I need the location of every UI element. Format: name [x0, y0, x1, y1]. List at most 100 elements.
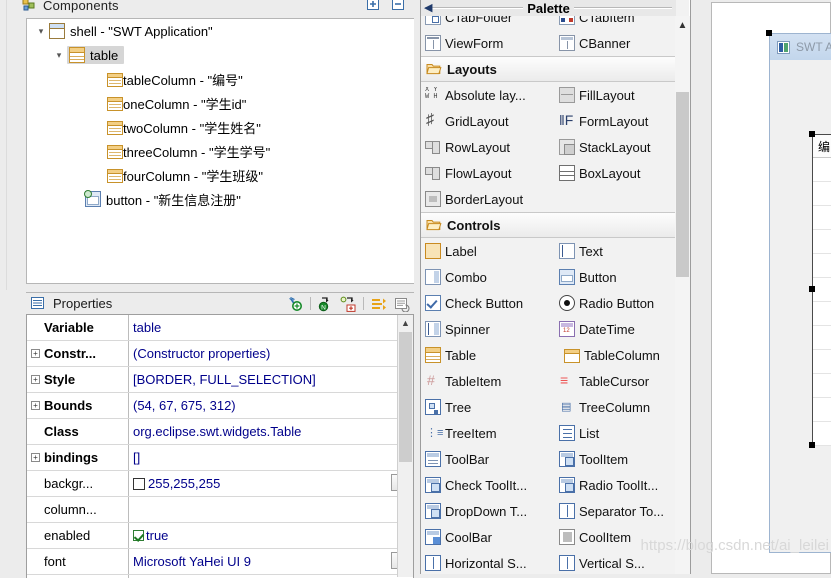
palette-item-tableitem[interactable]: # TableItem — [421, 373, 555, 389]
palette-item-treeitem[interactable]: ⋮≡ TreeItem — [421, 425, 555, 441]
property-value-cell[interactable]: table — [129, 315, 413, 340]
palette-category-controls[interactable]: Controls — [421, 212, 689, 238]
palette-item-stacklayout[interactable]: StackLayout — [555, 139, 689, 155]
property-row[interactable]: + bindings [] — [27, 445, 413, 471]
property-value-cell[interactable]: true — [129, 523, 413, 548]
palette-item-text[interactable]: Text — [555, 243, 689, 259]
tree-item-content[interactable]: tableColumn - "编号" — [103, 70, 243, 89]
components-tree[interactable]: ▾ shell - "SWT Application" ▾ table tableCol… — [26, 18, 414, 284]
palette-item-radiobutton[interactable]: Radio Button — [555, 295, 689, 311]
palette-item-verticals[interactable]: Vertical S... — [555, 555, 689, 571]
resize-handle-shell-nw[interactable] — [766, 30, 772, 36]
tree-item[interactable]: oneColumn - "学生id" — [27, 91, 414, 115]
properties-grid[interactable]: Variable table + Constr... (Constructor prop… — [26, 314, 414, 578]
resize-handle-w[interactable] — [809, 286, 815, 292]
palette-item-borderlayout[interactable]: BorderLayout — [421, 191, 555, 207]
palette-item-cbanner[interactable]: CBanner — [555, 35, 689, 51]
palette-item-dropdownt[interactable]: DropDown T... — [421, 503, 555, 519]
property-value-cell[interactable]: org.eclipse.swt.widgets.Table — [129, 419, 413, 444]
property-value-cell[interactable]: Microsoft YaHei UI 9… — [129, 549, 413, 574]
resize-handle-sw[interactable] — [809, 442, 815, 448]
restore-defaults-icon[interactable] — [393, 296, 410, 312]
property-row[interactable]: + Style [BORDER, FULL_SELECTION] — [27, 367, 413, 393]
palette-item-boxlayout[interactable]: BoxLayout — [555, 165, 689, 181]
tree-item[interactable]: twoColumn - "学生姓名" — [27, 115, 414, 139]
expand-twisty-icon[interactable]: ▾ — [33, 26, 49, 37]
palette-scroll-up-arrow-icon[interactable]: ▲ — [675, 16, 690, 34]
palette-item-absolutelay[interactable]: X YW H Absolute lay... — [421, 87, 555, 103]
add-listener-icon[interactable] — [340, 296, 357, 312]
property-row[interactable]: + Bounds (54, 67, 675, 312) — [27, 393, 413, 419]
property-value-cell[interactable]: [] — [129, 445, 413, 470]
palette-item-combo[interactable]: Combo — [421, 269, 555, 285]
tree-item-content[interactable]: threeColumn - "学生学号" — [103, 142, 270, 161]
palette-item-tree[interactable]: Tree — [421, 399, 555, 415]
properties-scrollbar[interactable]: ▲ — [397, 315, 413, 577]
property-value-cell[interactable]: 255,255,255… — [129, 471, 413, 496]
palette-item-spinner[interactable]: Spinner — [421, 321, 555, 337]
property-row[interactable]: backgr... 255,255,255… — [27, 471, 413, 497]
palette-item-toolitem[interactable]: ToolItem — [555, 451, 689, 467]
palette-item-flowlayout[interactable]: FlowLayout — [421, 165, 555, 181]
property-value-cell[interactable]: [BORDER, FULL_SELECTION] — [129, 367, 413, 392]
palette-scrollbar[interactable]: ▲ — [675, 16, 690, 574]
palette-category-layouts[interactable]: Layouts — [421, 56, 689, 82]
property-value-cell[interactable] — [129, 497, 413, 522]
collapse-all-icon[interactable] — [391, 0, 408, 13]
shell-preview-window[interactable]: SWT A 编 — [766, 30, 831, 553]
tree-item-content[interactable]: table — [67, 46, 125, 64]
tree-item-content[interactable]: button - "新生信息注册" — [84, 190, 241, 209]
tree-item[interactable]: ▾ table — [27, 43, 414, 67]
palette-item-coolitem[interactable]: CoolItem — [555, 529, 689, 545]
palette-item-formlayout[interactable]: ‖F FormLayout — [555, 113, 689, 129]
palette-item-rowlayout[interactable]: RowLayout — [421, 139, 555, 155]
palette-item-table[interactable]: Table — [421, 347, 555, 363]
show-advanced-icon[interactable] — [370, 296, 387, 312]
expand-all-icon[interactable] — [366, 0, 383, 13]
property-row[interactable]: enabled true — [27, 523, 413, 549]
palette-item-datetime[interactable]: DateTime — [555, 321, 689, 337]
expand-twisty-icon[interactable]: ▾ — [51, 50, 67, 61]
property-value-cell[interactable]: (Constructor properties) — [129, 341, 413, 366]
property-row[interactable]: + Constr... (Constructor properties) — [27, 341, 413, 367]
tree-item[interactable]: ▾ shell - "SWT Application" — [27, 19, 414, 43]
palette-item-checktoolit[interactable]: Check ToolIt... — [421, 477, 555, 493]
property-row[interactable]: Class org.eclipse.swt.widgets.Table — [27, 419, 413, 445]
property-row[interactable]: Variable table — [27, 315, 413, 341]
property-row[interactable]: font Microsoft YaHei UI 9… — [27, 549, 413, 575]
scrollbar-thumb[interactable] — [399, 332, 412, 462]
expand-property-icon[interactable]: + — [31, 375, 40, 384]
tree-item-content[interactable]: shell - "SWT Application" — [49, 23, 213, 39]
tree-item-content[interactable]: twoColumn - "学生姓名" — [103, 118, 261, 137]
tree-item[interactable]: fourColumn - "学生班级" — [27, 163, 414, 187]
palette-item-separatorto[interactable]: Separator To... — [555, 503, 689, 519]
goto-definition-icon[interactable]: N — [317, 296, 334, 312]
tree-item[interactable]: threeColumn - "学生学号" — [27, 139, 414, 163]
show-events-icon[interactable] — [287, 296, 304, 312]
palette-content[interactable]: TabFolderTabItemCTabFolderCTabItemViewFo… — [421, 0, 689, 574]
design-canvas[interactable]: SWT A 编 — [711, 2, 831, 574]
resize-handle-nw[interactable] — [809, 131, 815, 137]
palette-item-tablecolumn[interactable]: TableColumn — [555, 348, 689, 363]
design-canvas-area[interactable]: SWT A 编 — [692, 0, 831, 574]
expand-property-icon[interactable]: + — [31, 401, 40, 410]
property-row[interactable]: column... — [27, 497, 413, 523]
palette-scrollbar-thumb[interactable] — [676, 92, 689, 277]
expand-property-icon[interactable]: + — [31, 453, 40, 462]
tree-item[interactable]: button - "新生信息注册" — [27, 187, 414, 211]
tree-item-content[interactable]: fourColumn - "学生班级" — [103, 166, 263, 185]
palette-item-checkbutton[interactable]: Check Button — [421, 295, 555, 311]
palette-item-gridlayout[interactable]: ♯ GridLayout — [421, 113, 555, 129]
palette-item-viewform[interactable]: ViewForm — [421, 35, 555, 51]
tree-item[interactable]: tableColumn - "编号" — [27, 67, 414, 91]
collapse-palette-icon[interactable]: ◀ — [424, 1, 432, 14]
property-value-cell[interactable]: (54, 67, 675, 312) — [129, 393, 413, 418]
palette-item-list[interactable]: List — [555, 425, 689, 441]
palette-item-toolbar[interactable]: ToolBar — [421, 451, 555, 467]
palette-item-radiotoolit[interactable]: Radio ToolIt... — [555, 477, 689, 493]
boolean-checkbox[interactable] — [133, 530, 144, 541]
palette-item-label[interactable]: Label — [421, 243, 555, 259]
palette-item-filllayout[interactable]: FillLayout — [555, 87, 689, 103]
scroll-up-arrow-icon[interactable]: ▲ — [398, 315, 413, 331]
palette-item-tablecursor[interactable]: ≡ TableCursor — [555, 373, 689, 389]
